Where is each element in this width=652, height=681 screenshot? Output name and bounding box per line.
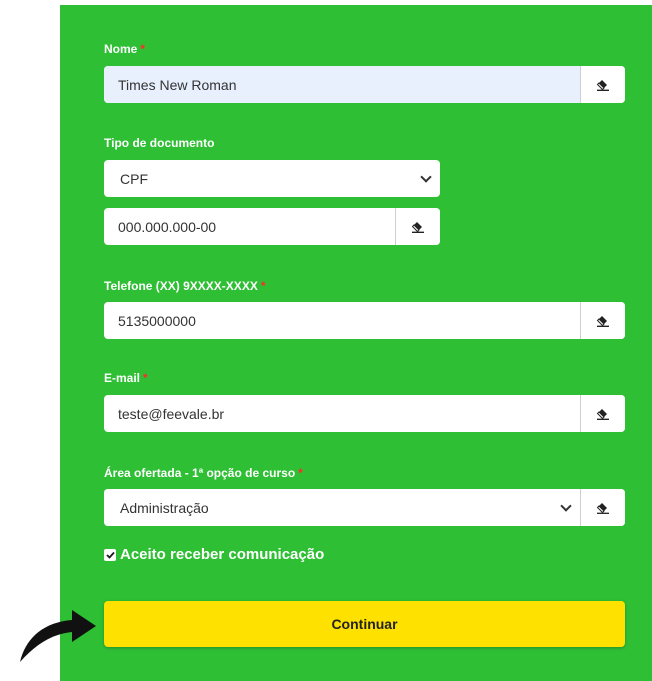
email-label-text: E-mail <box>104 371 141 385</box>
eraser-icon <box>596 408 609 420</box>
eraser-icon <box>596 502 609 514</box>
continue-button[interactable]: Continuar <box>104 601 625 647</box>
phone-label: Telefone (XX) 9XXXX-XXXX * <box>104 279 266 293</box>
doc-number-field-group: 000.000.000-00 <box>104 208 440 245</box>
phone-label-text: Telefone (XX) 9XXXX-XXXX <box>104 279 258 293</box>
chevron-down-icon <box>420 170 432 183</box>
doc-type-label: Tipo de documento <box>104 136 215 150</box>
eraser-icon <box>596 315 609 327</box>
doc-type-select[interactable]: CPF <box>104 160 440 197</box>
clear-doc-number-button[interactable] <box>395 208 440 245</box>
clear-course-area-button[interactable] <box>580 489 625 526</box>
curved-arrow-icon <box>20 610 96 662</box>
required-mark: * <box>143 371 148 385</box>
course-area-label-text: Área ofertada - 1ª opção de curso <box>104 466 296 480</box>
name-field-group: Times New Roman <box>104 66 625 103</box>
name-input[interactable]: Times New Roman <box>104 66 580 103</box>
consent-label[interactable]: Aceito receber comunicação <box>120 546 324 563</box>
phone-field-group: 5135000000 <box>104 302 625 339</box>
doc-type-selected: CPF <box>120 170 148 187</box>
email-field-group: teste@feevale.br <box>104 395 625 432</box>
course-area-selected: Administração <box>120 499 209 516</box>
doc-type-select-box[interactable]: CPF <box>104 160 440 197</box>
eraser-icon <box>596 79 609 91</box>
name-label-text: Nome <box>104 42 138 56</box>
form-panel <box>60 5 652 681</box>
course-area-field-group: Administração <box>104 489 625 526</box>
consent-checkbox[interactable] <box>104 548 116 561</box>
clear-name-button[interactable] <box>580 66 625 103</box>
doc-number-input[interactable]: 000.000.000-00 <box>104 208 395 245</box>
clear-phone-button[interactable] <box>580 302 625 339</box>
checkmark-icon <box>105 551 115 559</box>
clear-email-button[interactable] <box>580 395 625 432</box>
chevron-down-icon <box>560 499 572 512</box>
eraser-icon <box>411 221 424 233</box>
required-mark: * <box>140 42 146 56</box>
required-mark: * <box>260 279 266 293</box>
consent-row: Aceito receber comunicação <box>104 546 324 563</box>
email-input[interactable]: teste@feevale.br <box>104 395 580 432</box>
phone-input[interactable]: 5135000000 <box>104 302 580 339</box>
course-area-label: Área ofertada - 1ª opção de curso * <box>104 466 303 480</box>
email-label: E-mail * <box>104 371 148 385</box>
name-label: Nome * <box>104 42 145 56</box>
course-area-select[interactable]: Administração <box>104 489 580 526</box>
required-mark: * <box>298 466 303 480</box>
